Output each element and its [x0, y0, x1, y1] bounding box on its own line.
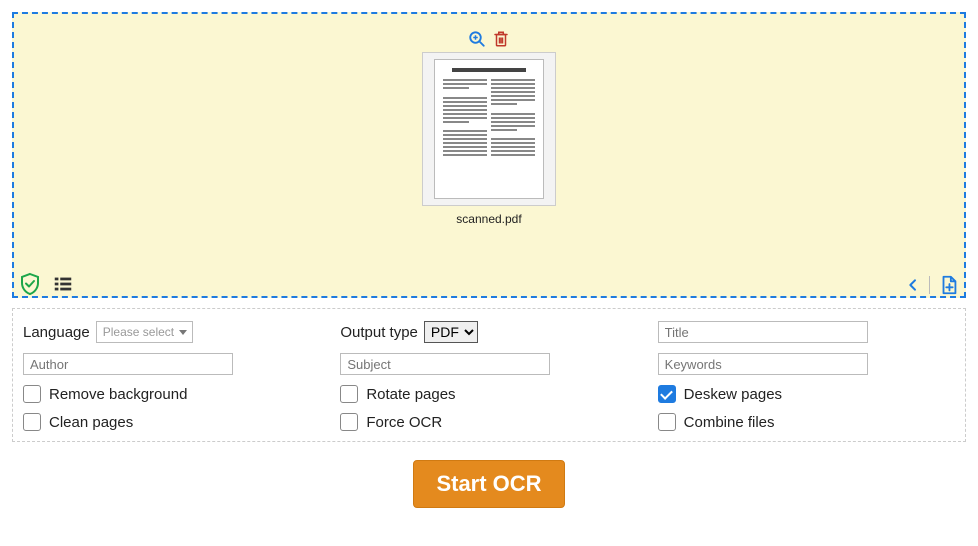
clean-pages-checkbox[interactable]	[23, 413, 41, 431]
language-select[interactable]: Please select	[96, 321, 193, 343]
subject-field[interactable]	[340, 353, 550, 375]
delete-icon[interactable]	[492, 30, 510, 48]
divider	[929, 276, 930, 294]
start-ocr-button[interactable]: Start OCR	[413, 460, 564, 508]
options-panel: Language Please select Output type PDF R…	[12, 308, 966, 442]
zoom-icon[interactable]	[468, 30, 486, 48]
combine-files-label: Combine files	[684, 414, 775, 431]
remove-background-label: Remove background	[49, 386, 187, 403]
language-label: Language	[23, 324, 90, 341]
add-file-icon[interactable]	[938, 274, 960, 296]
rotate-pages-checkbox[interactable]	[340, 385, 358, 403]
force-ocr-checkbox[interactable]	[340, 413, 358, 431]
clean-pages-label: Clean pages	[49, 414, 133, 431]
chevron-left-icon[interactable]	[905, 277, 921, 293]
document-page-preview	[434, 59, 544, 199]
file-thumbnail: scanned.pdf	[24, 30, 954, 226]
file-preview-box[interactable]	[422, 52, 556, 206]
title-field[interactable]	[658, 321, 868, 343]
output-type-select[interactable]: PDF	[424, 321, 478, 343]
combine-files-checkbox[interactable]	[658, 413, 676, 431]
author-field[interactable]	[23, 353, 233, 375]
list-icon[interactable]	[52, 273, 74, 295]
force-ocr-label: Force OCR	[366, 414, 442, 431]
rotate-pages-label: Rotate pages	[366, 386, 455, 403]
output-type-label: Output type	[340, 324, 418, 341]
shield-icon[interactable]	[18, 272, 42, 296]
file-name-label: scanned.pdf	[456, 212, 521, 226]
remove-background-checkbox[interactable]	[23, 385, 41, 403]
deskew-pages-checkbox[interactable]	[658, 385, 676, 403]
deskew-pages-label: Deskew pages	[684, 386, 782, 403]
keywords-field[interactable]	[658, 353, 868, 375]
dropzone[interactable]: scanned.pdf	[12, 12, 966, 298]
